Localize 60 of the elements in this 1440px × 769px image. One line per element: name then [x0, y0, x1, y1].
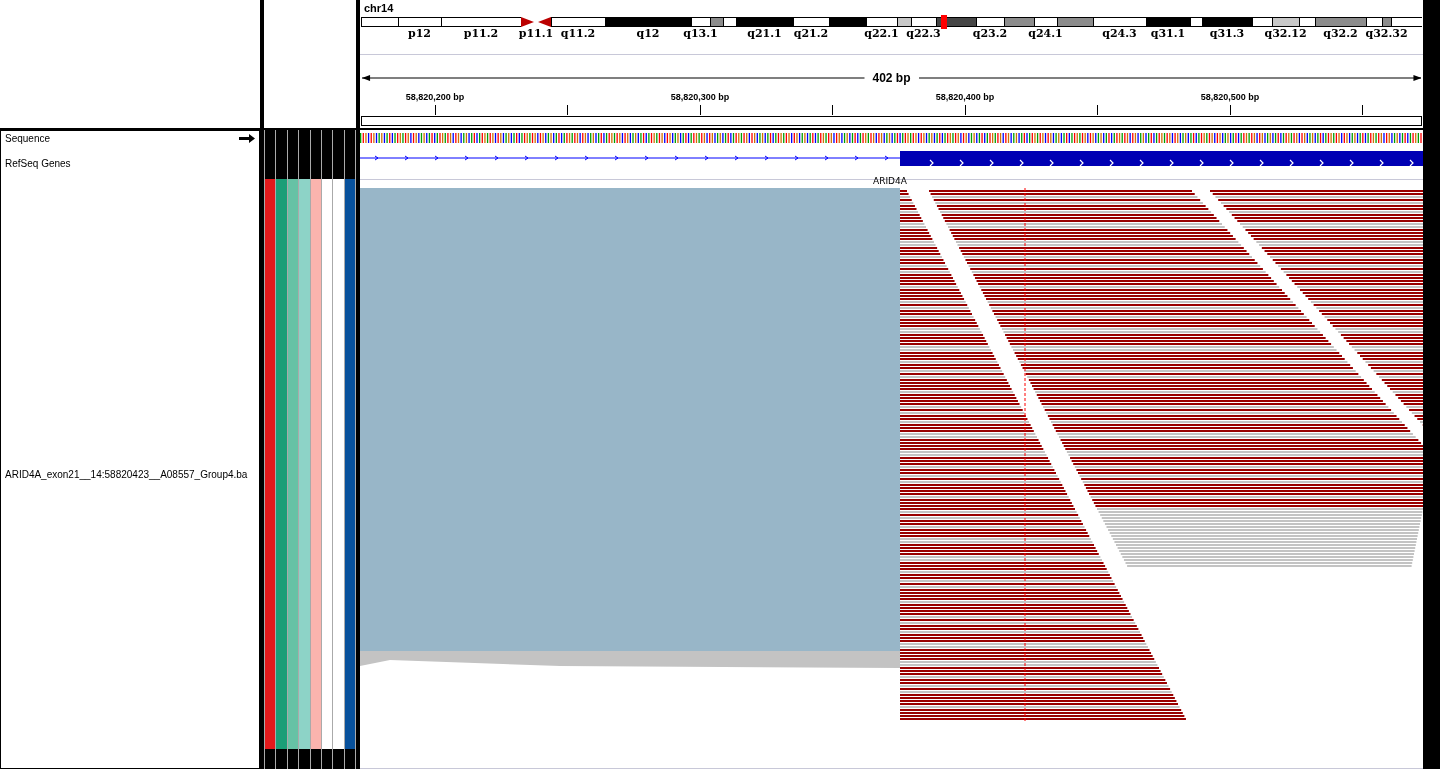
blank-attribute-cell — [344, 130, 355, 179]
attribute-swatch[interactable] — [333, 179, 344, 749]
band-label: q23.2 — [972, 27, 1008, 41]
current-region-marker — [941, 15, 947, 29]
band-label: q22.3 — [906, 27, 941, 41]
attribute-swatch[interactable] — [276, 179, 287, 749]
band-label: q21.1 — [747, 27, 782, 41]
track-name[interactable]: ARID4A_exon21__14:58820423__A08557_Group4.ba — [5, 469, 248, 480]
blank-attribute-cell — [310, 130, 321, 179]
blank-attribute-cell — [287, 749, 299, 769]
ruler-tick-label: 58,820,200 bp — [405, 91, 465, 102]
ruler-tick-label: 58,820,400 bp — [935, 91, 995, 102]
band-label: p11.1 — [518, 27, 554, 41]
band-label: q32.12 — [1264, 27, 1307, 41]
ruler-tick-label: 58,820,300 bp — [670, 91, 730, 102]
blank-attribute-cell — [299, 749, 310, 769]
ruler-tick-label: 58,820,500 bp — [1200, 91, 1260, 102]
blank-attribute-cell — [321, 749, 333, 769]
track-name[interactable]: Sequence — [5, 133, 51, 144]
blank-attribute-cell — [333, 130, 344, 179]
band-label: q31.1 — [1150, 27, 1186, 41]
blank-attribute-cell — [333, 749, 344, 769]
band-label: q22.1 — [864, 27, 899, 41]
chromosome-ideogram[interactable]: p12 p11.2 p11.1 q11.2 q12 q13.1 q21.1 q21.2 q22.1 q22.3 q23.2 q24.1 q24.3 q31.1 q31.3 q32.12 q32.2 q32.32 — [361, 17, 1423, 41]
band-label: q13.1 — [683, 27, 718, 41]
span-length: 402 bp — [872, 71, 911, 86]
attribute-swatch[interactable] — [299, 179, 310, 749]
gene-model-drawing[interactable] — [360, 151, 1423, 167]
band-label: q31.3 — [1209, 27, 1245, 41]
attribute-swatch[interactable] — [310, 179, 321, 749]
right-arrow-icon[interactable] — [239, 134, 255, 143]
chromosome-band — [976, 17, 1004, 27]
band-label: q32.32 — [1365, 27, 1408, 41]
band-label: q11.2 — [560, 27, 596, 41]
attribute-swatch[interactable] — [321, 179, 333, 749]
chromosome-band — [829, 17, 866, 27]
band-label: p12 — [408, 27, 431, 41]
gene-label: ARID4A — [873, 176, 907, 186]
band-label: q32.2 — [1323, 27, 1358, 41]
blank-attribute-cell — [321, 130, 333, 179]
attribute-swatch[interactable] — [265, 179, 276, 749]
band-label: q12 — [636, 27, 660, 41]
chromosome-name: chr14 — [363, 1, 395, 16]
blank-attribute-cell — [310, 749, 321, 769]
band-label: q24.1 — [1028, 27, 1063, 41]
attribute-swatch[interactable] — [344, 179, 355, 749]
span-arrow-icon — [918, 73, 1421, 84]
band-label: q24.3 — [1102, 27, 1137, 41]
span-arrow-icon — [362, 73, 865, 84]
band-label: q21.2 — [793, 27, 829, 41]
blank-attribute-cell — [287, 130, 299, 179]
blank-attribute-cell — [276, 749, 287, 769]
centromere-icon — [521, 17, 551, 27]
blank-attribute-cell — [265, 130, 276, 179]
blank-attribute-cell — [276, 130, 287, 179]
blank-attribute-cell — [299, 130, 310, 179]
chromosome-band — [1004, 17, 1034, 27]
band-label: p11.2 — [463, 27, 499, 41]
attribute-swatch[interactable] — [287, 179, 299, 749]
track-name[interactable]: RefSeq Genes — [5, 158, 71, 169]
